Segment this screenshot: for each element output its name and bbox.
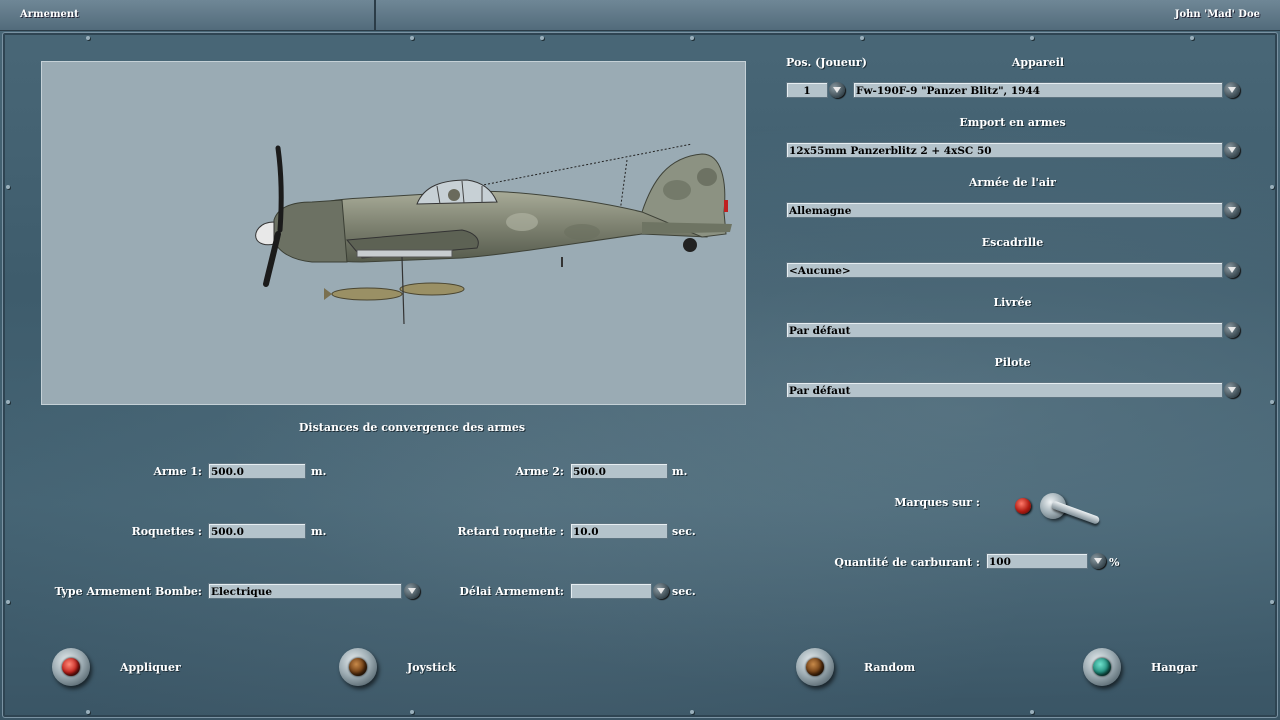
aircraft-label: Appareil [1011,56,1065,69]
arming-delay-field[interactable] [570,583,652,599]
pos-dropdown-icon[interactable] [829,82,845,98]
bomb-type-label: Type Armement Bombe: [54,585,202,598]
rivet [410,710,414,714]
pilot-field[interactable]: Par défaut [786,382,1223,398]
pilot-dropdown-icon[interactable] [1224,382,1240,398]
apply-lamp-icon [62,658,80,676]
rocket-delay-label: Retard roquette : [457,525,564,538]
livery-field[interactable]: Par défaut [786,322,1223,338]
rivet [6,185,10,189]
weapons-label: Emport en armes [959,116,1066,129]
arming-delay-unit: sec. [672,585,696,598]
weapon1-field[interactable]: 500.0 [208,463,306,479]
rivet [86,710,90,714]
hangar-button[interactable] [1083,648,1121,686]
random-button-label[interactable]: Random [864,661,915,674]
weapon2-field[interactable]: 500.0 [570,463,668,479]
convergence-title: Distances de convergence des armes [298,421,526,434]
arming-delay-dropdown-icon[interactable] [653,583,669,599]
markings-indicator-lamp [1015,498,1031,514]
rockets-field[interactable]: 500.0 [208,523,306,539]
apply-button-label[interactable]: Appliquer [120,661,181,674]
airforce-label: Armée de l'air [969,176,1056,189]
rivet [1270,185,1274,189]
fuel-field[interactable]: 100 [986,553,1088,569]
bomb-type-field[interactable]: Electrique [208,583,402,599]
screen-title: Armement [20,9,79,20]
random-button[interactable] [796,648,834,686]
title-bar: Armement John 'Mad' Doe [0,0,1280,31]
joystick-lamp-icon [349,658,367,676]
airforce-dropdown-icon[interactable] [1224,202,1240,218]
rivet [1190,36,1194,40]
pos-field[interactable]: 1 [786,82,828,98]
rivet [6,600,10,604]
random-lamp-icon [806,658,824,676]
player-name: John 'Mad' Doe [1174,9,1260,20]
squadron-label: Escadrille [981,236,1044,249]
rivet [860,36,864,40]
squadron-field[interactable]: <Aucune> [786,262,1223,278]
joystick-button-label[interactable]: Joystick [407,661,456,674]
aircraft-dropdown-icon[interactable] [1224,82,1240,98]
weapons-field[interactable]: 12x55mm Panzerblitz 2 + 4xSC 50 [786,142,1223,158]
rockets-label: Roquettes : [131,525,202,538]
rivet [690,36,694,40]
apply-button[interactable] [52,648,90,686]
weapons-dropdown-icon[interactable] [1224,142,1240,158]
arming-delay-label: Délai Armement: [459,585,564,598]
rockets-unit: m. [311,525,327,538]
rivet [690,710,694,714]
pilot-label: Pilote [994,356,1031,369]
rocket-delay-field[interactable]: 10.0 [570,523,668,539]
rivet [1270,400,1274,404]
aircraft-image [255,143,732,325]
hangar-button-label[interactable]: Hangar [1151,661,1197,674]
fuel-dropdown-icon[interactable] [1090,553,1106,569]
aircraft-preview[interactable] [41,61,746,405]
rocket-delay-unit: sec. [672,525,696,538]
livery-dropdown-icon[interactable] [1224,322,1240,338]
joystick-button[interactable] [339,648,377,686]
rivet [1030,710,1034,714]
rivet [1270,600,1274,604]
weapon1-unit: m. [311,465,327,478]
weapon2-label: Arme 2: [515,465,564,478]
rivet [86,36,90,40]
fuel-unit: % [1109,556,1120,569]
weapon1-label: Arme 1: [153,465,202,478]
weapon2-unit: m. [672,465,688,478]
airforce-field[interactable]: Allemagne [786,202,1223,218]
bomb-type-dropdown-icon[interactable] [404,583,420,599]
rivet [410,36,414,40]
fuel-label: Quantité de carburant : [834,556,980,569]
aircraft-field[interactable]: Fw-190F-9 "Panzer Blitz", 1944 [853,82,1223,98]
hangar-lamp-icon [1093,658,1111,676]
squadron-dropdown-icon[interactable] [1224,262,1240,278]
markings-label: Marques sur : [894,496,980,509]
rivet [6,400,10,404]
rivet [540,36,544,40]
livery-label: Livrée [993,296,1032,309]
rivet [1030,36,1034,40]
